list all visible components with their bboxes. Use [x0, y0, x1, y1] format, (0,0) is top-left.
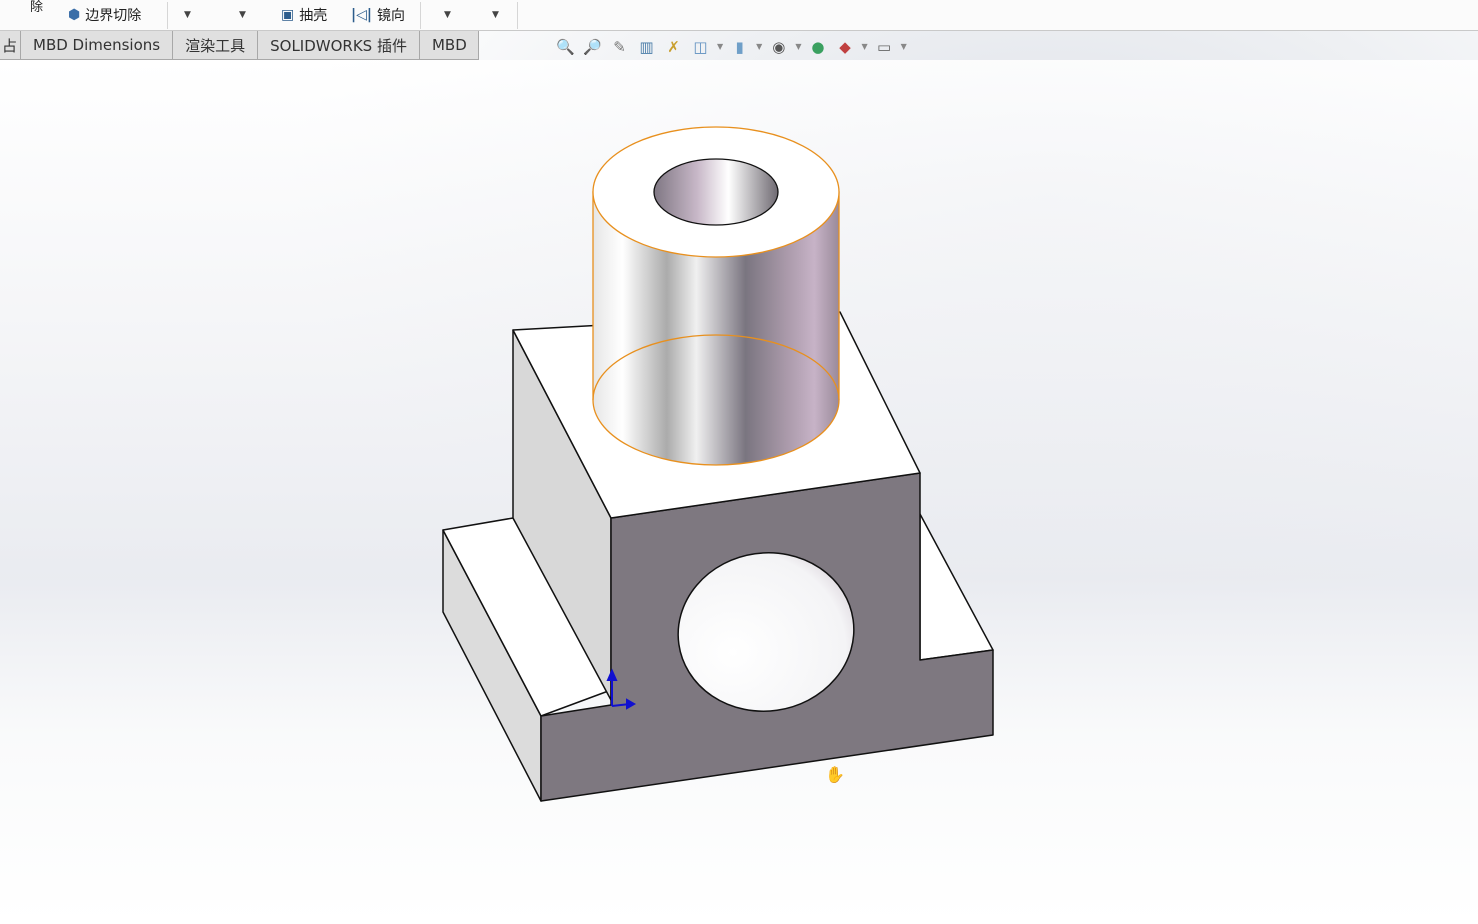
base-top-right [919, 513, 994, 661]
part-model[interactable]: ✋ [0, 0, 1478, 924]
pan-cursor-icon: ✋ [825, 765, 845, 784]
cylinder-bore [653, 158, 779, 226]
cylinder-boss [592, 126, 840, 466]
